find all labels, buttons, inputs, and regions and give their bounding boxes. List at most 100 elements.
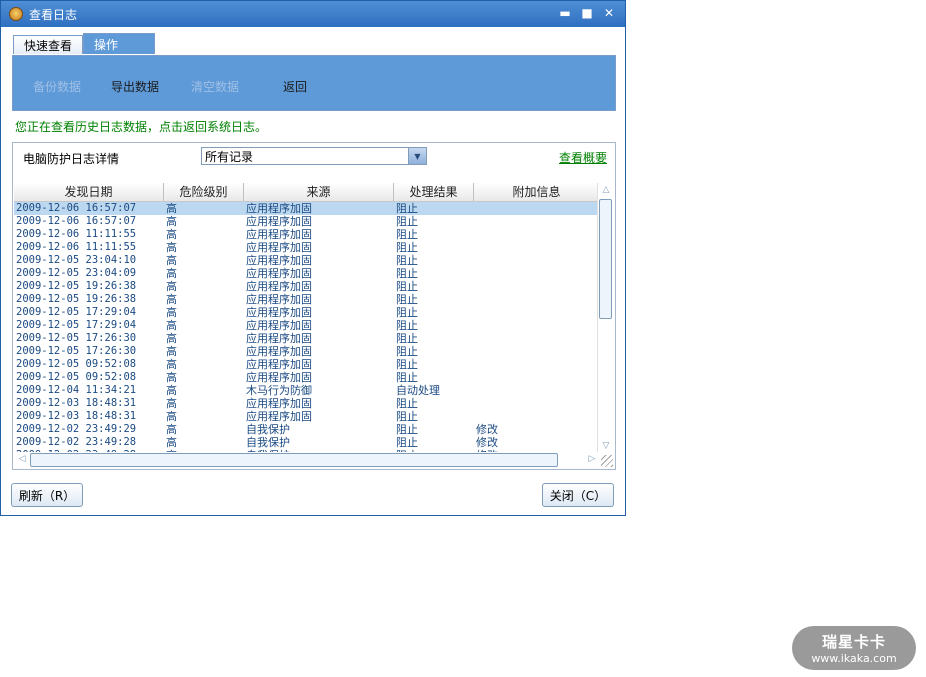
view-summary-link[interactable]: 查看概要 [559, 149, 607, 166]
cell-date: 2009-12-05 09:52:08 [16, 371, 137, 383]
cell-extra [474, 241, 600, 254]
table-row[interactable]: 2009-12-05 09:52:08 高 应用程序加固 阻止 [14, 371, 600, 384]
cell-extra [474, 410, 600, 423]
refresh-button[interactable]: 刷新（R） [11, 483, 83, 507]
horizontal-scrollbar[interactable]: ◁ ▷ [14, 452, 600, 468]
cell-result: 阻止 [396, 436, 418, 449]
maximize-icon[interactable]: ■ [579, 5, 595, 21]
table-row[interactable]: 2009-12-06 11:11:55 高 应用程序加固 阻止 [14, 241, 600, 254]
table-row[interactable]: 2009-12-02 23:49:29 高 自我保护 阻止 修改 [14, 423, 600, 436]
cell-extra [474, 371, 600, 384]
cell-extra: 修改 [476, 436, 498, 449]
resize-grip-icon[interactable] [601, 455, 613, 467]
table-row[interactable]: 2009-12-05 17:26:30 高 应用程序加固 阻止 [14, 345, 600, 358]
cell-level: 高 [166, 332, 177, 345]
column-header-result[interactable]: 处理结果 [394, 183, 474, 201]
log-detail-label: 电脑防护日志详情 [23, 152, 120, 166]
close-icon[interactable]: ✕ [601, 5, 617, 21]
cell-source: 应用程序加固 [246, 267, 312, 280]
cell-level: 高 [166, 280, 177, 293]
cell-level: 高 [166, 241, 177, 254]
scroll-up-icon[interactable]: △ [598, 185, 614, 195]
cell-date: 2009-12-05 23:04:10 [16, 254, 137, 266]
cell-source: 应用程序加固 [246, 410, 312, 423]
log-detail-panel: 电脑防护日志详情 所有记录 ▼ 查看概要 发现日期 危险级别 来源 处理结果 附… [12, 142, 616, 470]
cell-extra [474, 202, 600, 215]
cell-level: 高 [166, 371, 177, 384]
cell-result: 阻止 [396, 319, 418, 332]
chevron-down-icon[interactable]: ▼ [408, 148, 426, 164]
table-row[interactable]: 2009-12-03 18:48:31 高 应用程序加固 阻止 [14, 410, 600, 423]
table-row[interactable]: 2009-12-05 17:29:04 高 应用程序加固 阻止 [14, 306, 600, 319]
table-row[interactable]: 2009-12-06 16:57:07 高 应用程序加固 阻止 [14, 202, 600, 215]
cell-source: 应用程序加固 [246, 397, 312, 410]
backup-data-button[interactable]: 备份数据 [33, 78, 81, 95]
table-row[interactable]: 2009-12-02 23:49:28 高 自我保护 阻止 修改 [14, 436, 600, 449]
column-header-date[interactable]: 发现日期 [14, 183, 164, 201]
cell-source: 自我保护 [246, 436, 290, 449]
log-viewer-window: 查看日志 ▬ ■ ✕ 快速查看 操作 备份数据 导出数据 清空数据 返回 您正在… [0, 0, 626, 516]
cell-date: 2009-12-02 23:49:29 [16, 423, 137, 435]
vertical-scrollbar[interactable]: △ ▽ [597, 183, 614, 453]
cell-source: 应用程序加固 [246, 228, 312, 241]
table-row[interactable]: 2009-12-06 16:57:07 高 应用程序加固 阻止 [14, 215, 600, 228]
table-row[interactable]: 2009-12-05 23:04:09 高 应用程序加固 阻止 [14, 267, 600, 280]
cell-date: 2009-12-06 16:57:07 [16, 202, 137, 214]
cell-source: 木马行为防御 [246, 384, 312, 397]
table-row[interactable]: 2009-12-05 19:26:38 高 应用程序加固 阻止 [14, 293, 600, 306]
cell-source: 应用程序加固 [246, 241, 312, 254]
table-header: 发现日期 危险级别 来源 处理结果 附加信息 [14, 183, 600, 202]
minimize-icon[interactable]: ▬ [557, 5, 573, 21]
scroll-right-icon[interactable]: ▷ [584, 454, 600, 464]
column-header-level[interactable]: 危险级别 [164, 183, 244, 201]
cell-level: 高 [166, 319, 177, 332]
cell-date: 2009-12-03 18:48:31 [16, 397, 137, 409]
table-row[interactable]: 2009-12-05 17:29:04 高 应用程序加固 阻止 [14, 319, 600, 332]
window-controls: ▬ ■ ✕ [557, 5, 617, 21]
table-row[interactable]: 2009-12-05 23:04:10 高 应用程序加固 阻止 [14, 254, 600, 267]
cell-date: 2009-12-06 11:11:55 [16, 241, 137, 253]
table-row[interactable]: 2009-12-05 17:26:30 高 应用程序加固 阻止 [14, 332, 600, 345]
record-filter-select[interactable]: 所有记录 ▼ [201, 147, 427, 165]
cell-level: 高 [166, 436, 177, 449]
cell-level: 高 [166, 228, 177, 241]
column-header-extra[interactable]: 附加信息 [474, 183, 600, 201]
cell-level: 高 [166, 215, 177, 228]
rising-lion-icon [9, 7, 23, 21]
cell-result: 阻止 [396, 371, 418, 384]
tab-operations[interactable]: 操作 [83, 33, 156, 54]
export-data-button[interactable]: 导出数据 [111, 78, 159, 95]
cell-level: 高 [166, 267, 177, 280]
scroll-left-icon[interactable]: ◁ [14, 454, 30, 464]
watermark-url: www.ikaka.com [811, 652, 897, 665]
cell-date: 2009-12-05 19:26:38 [16, 280, 137, 292]
cell-source: 应用程序加固 [246, 319, 312, 332]
cell-extra [474, 306, 600, 319]
table-row[interactable]: 2009-12-04 11:34:21 高 木马行为防御 自动处理 [14, 384, 600, 397]
table-row[interactable]: 2009-12-06 11:11:55 高 应用程序加固 阻止 [14, 228, 600, 241]
cell-level: 高 [166, 423, 177, 436]
cell-source: 应用程序加固 [246, 202, 312, 215]
cell-extra [474, 293, 600, 306]
cell-result: 阻止 [396, 306, 418, 319]
cell-result: 阻止 [396, 228, 418, 241]
scroll-down-icon[interactable]: ▽ [598, 441, 614, 451]
cell-extra [474, 228, 600, 241]
cell-extra: 修改 [476, 423, 498, 436]
table-row[interactable]: 2009-12-05 19:26:38 高 应用程序加固 阻止 [14, 280, 600, 293]
cell-extra [474, 215, 600, 228]
close-button[interactable]: 关闭（C） [542, 483, 614, 507]
clear-data-button[interactable]: 清空数据 [191, 78, 239, 95]
cell-extra [474, 280, 600, 293]
cell-level: 高 [166, 345, 177, 358]
horizontal-scroll-thumb[interactable] [30, 453, 558, 467]
tab-quick-view[interactable]: 快速查看 [13, 35, 84, 54]
vertical-scroll-thumb[interactable] [599, 199, 612, 319]
table-row[interactable]: 2009-12-05 09:52:08 高 应用程序加固 阻止 [14, 358, 600, 371]
title-bar[interactable]: 查看日志 ▬ ■ ✕ [1, 1, 625, 27]
tab-bar: 快速查看 操作 [13, 33, 156, 54]
back-button[interactable]: 返回 [283, 78, 307, 95]
cell-date: 2009-12-05 17:29:04 [16, 319, 137, 331]
table-row[interactable]: 2009-12-03 18:48:31 高 应用程序加固 阻止 [14, 397, 600, 410]
column-header-source[interactable]: 来源 [244, 183, 394, 201]
